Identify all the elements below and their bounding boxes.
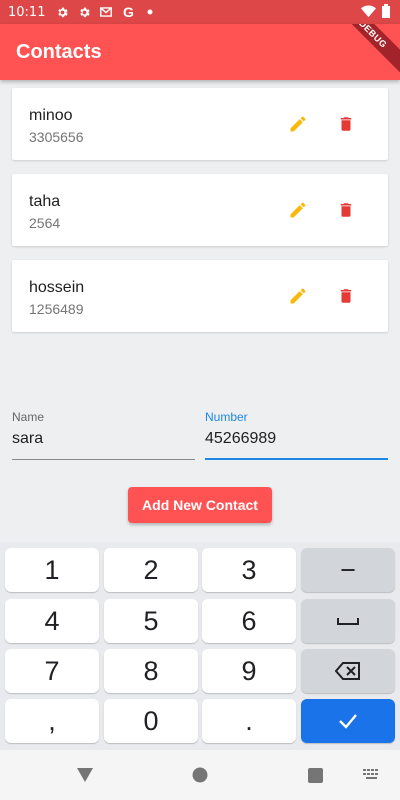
dot-icon — [143, 5, 157, 19]
checkmark-icon — [339, 714, 357, 729]
app-bar: Contacts DEBUG — [0, 24, 400, 80]
name-field[interactable]: Name — [12, 410, 195, 462]
key-7[interactable]: 7 — [5, 649, 99, 693]
pencil-icon — [290, 116, 306, 132]
google-icon: G — [123, 4, 134, 20]
key-1[interactable]: 1 — [5, 548, 99, 592]
contact-number: 1256489 — [29, 301, 84, 317]
contact-name: hossein — [29, 279, 85, 296]
add-contact-button[interactable]: Add New Contact — [128, 487, 272, 523]
pencil-icon — [290, 288, 306, 304]
space-icon — [337, 618, 359, 625]
edit-button[interactable] — [286, 198, 310, 222]
numeric-keyboard: 1 2 3 − 4 5 6 7 8 9 , 0 . — [0, 542, 400, 750]
number-field-underline — [205, 458, 388, 460]
name-field-underline — [12, 459, 195, 460]
name-input[interactable] — [12, 430, 195, 448]
trash-icon — [340, 203, 352, 217]
contact-name: minoo — [29, 107, 73, 124]
key-2[interactable]: 2 — [104, 548, 198, 592]
battery-icon — [382, 4, 390, 21]
key-9[interactable]: 9 — [202, 649, 296, 693]
settings-icon — [55, 5, 69, 19]
contact-name: taha — [29, 193, 61, 210]
status-time: 10:11 — [8, 4, 46, 20]
keyboard-switch-button[interactable] — [362, 765, 382, 785]
key-backspace[interactable] — [301, 649, 395, 693]
pencil-icon — [290, 202, 306, 218]
trash-icon — [340, 289, 352, 303]
key-comma[interactable]: , — [5, 699, 99, 743]
key-period[interactable]: . — [202, 699, 296, 743]
key-3[interactable]: 3 — [202, 548, 296, 592]
name-field-label: Name — [12, 410, 45, 424]
key-minus[interactable]: − — [301, 548, 395, 592]
key-space[interactable] — [301, 599, 395, 643]
debug-banner: DEBUG — [328, 24, 400, 79]
wifi-icon — [361, 5, 376, 21]
gmail-icon — [99, 5, 113, 19]
status-right — [361, 4, 390, 21]
number-field-label: Number — [205, 410, 248, 424]
back-triangle-icon — [77, 768, 93, 782]
backspace-icon — [335, 662, 360, 680]
key-6[interactable]: 6 — [202, 599, 296, 643]
page-title: Contacts — [16, 40, 102, 63]
keyboard-icon — [363, 769, 378, 779]
status-bar: 10:11 G — [0, 0, 400, 24]
delete-button[interactable] — [334, 198, 358, 222]
key-4[interactable]: 4 — [5, 599, 99, 643]
home-circle-icon — [192, 767, 208, 783]
settings-icon — [77, 5, 91, 19]
key-0[interactable]: 0 — [104, 699, 198, 743]
key-5[interactable]: 5 — [104, 599, 198, 643]
delete-button[interactable] — [334, 284, 358, 308]
contact-card: minoo 3305656 — [12, 88, 388, 160]
edit-button[interactable] — [286, 112, 310, 136]
key-8[interactable]: 8 — [104, 649, 198, 693]
trash-icon — [340, 117, 352, 131]
edit-button[interactable] — [286, 284, 310, 308]
contact-card: taha 2564 — [12, 174, 388, 246]
delete-button[interactable] — [334, 112, 358, 136]
recents-square-icon — [307, 767, 323, 783]
back-button[interactable] — [75, 765, 95, 785]
number-input[interactable] — [205, 430, 388, 448]
contact-card: hossein 1256489 — [12, 260, 388, 332]
key-done[interactable] — [301, 699, 395, 743]
home-button[interactable] — [190, 765, 210, 785]
recents-button[interactable] — [305, 765, 325, 785]
contact-number: 2564 — [29, 215, 61, 231]
contact-number: 3305656 — [29, 129, 84, 145]
navigation-bar — [0, 750, 400, 800]
number-field[interactable]: Number — [205, 410, 388, 462]
